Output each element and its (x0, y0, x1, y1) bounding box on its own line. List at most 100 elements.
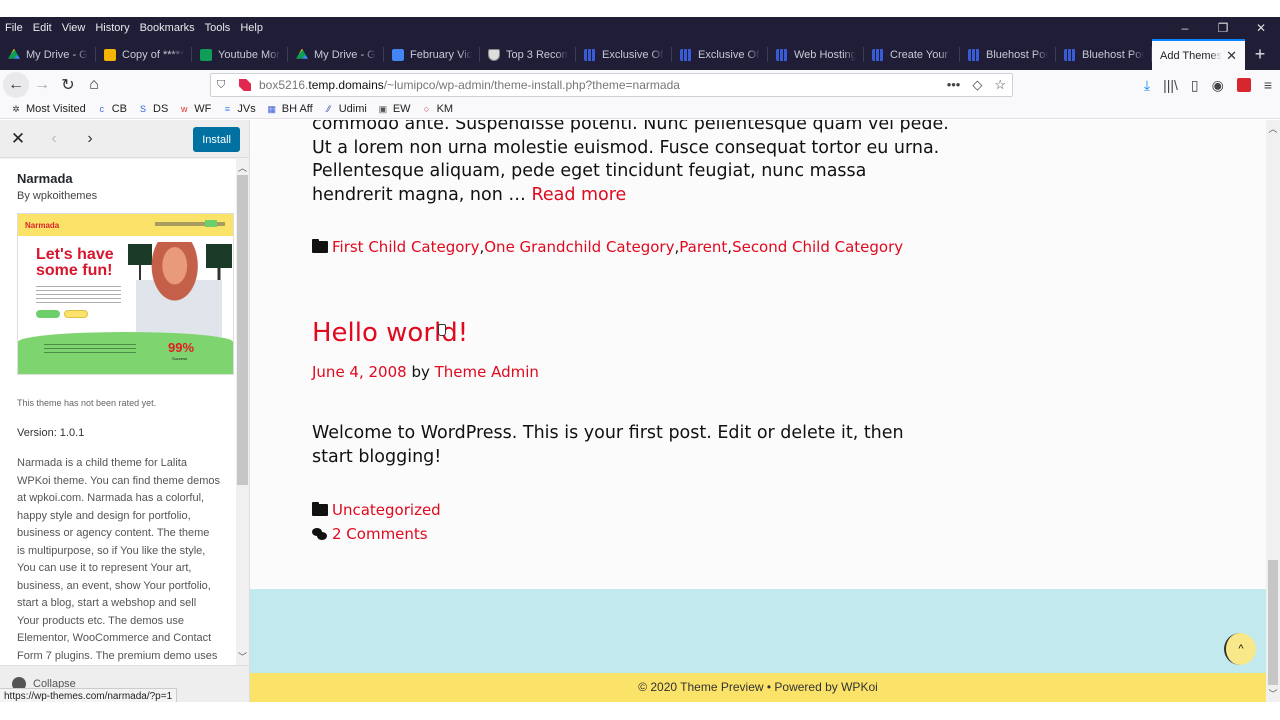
post-categories: First Child Category, One Grandchild Cat… (312, 238, 903, 256)
bookmarks-toolbar: ✲ Most Visited c CB S DS w WF ≡ JVs ▦ BH Aff ⁄⁄ Udimi… (0, 100, 1280, 119)
category-link[interactable]: Second Child Category (732, 238, 903, 256)
hamburger-menu-icon[interactable]: ≡ (1264, 77, 1272, 93)
bookmark-wf[interactable]: w WF (178, 103, 211, 115)
install-button[interactable]: Install (193, 127, 240, 152)
preview-scrollbar[interactable]: ︿ ﹀ (1266, 120, 1280, 702)
scroll-up-icon[interactable]: ︿ (1266, 122, 1280, 135)
page-actions-icon[interactable]: ••• (947, 77, 961, 93)
comments-link[interactable]: 2 Comments (332, 525, 428, 543)
read-more-link[interactable]: Read more (531, 185, 626, 205)
post-date-link[interactable]: June 4, 2008 (312, 363, 407, 381)
close-window-button[interactable]: ✕ (1242, 17, 1280, 39)
home-button[interactable]: ⌂ (81, 72, 107, 98)
scroll-up-icon[interactable]: ︿ (236, 161, 249, 174)
close-tab-icon[interactable]: ✕ (1226, 48, 1237, 64)
footer-widget-area (250, 589, 1266, 673)
menu-file[interactable]: File (0, 22, 28, 34)
post-comments: 2 Comments (312, 525, 428, 543)
scroll-down-icon[interactable]: ﹀ (236, 650, 249, 663)
minimize-button[interactable]: – (1166, 17, 1204, 39)
post-categories: Uncategorized (312, 501, 441, 519)
tab[interactable]: My Drive - Go (288, 39, 384, 70)
bookmark-cb[interactable]: c CB (96, 103, 127, 115)
screenshot-nav-button (205, 220, 217, 227)
menu-view[interactable]: View (57, 22, 91, 34)
bookmark-km[interactable]: ○ KM (421, 103, 454, 115)
mouse-pointer-icon (438, 324, 446, 336)
tab[interactable]: Bluehost Port (1056, 39, 1152, 70)
tab[interactable]: February Vide (384, 39, 480, 70)
category-link[interactable]: Parent (679, 238, 727, 256)
tab[interactable]: Bluehost Port (960, 39, 1056, 70)
scroll-down-icon[interactable]: ﹀ (1266, 687, 1280, 700)
menu-edit[interactable]: Edit (28, 22, 57, 34)
tab-add-themes[interactable]: Add Themes ✕ (1152, 39, 1245, 70)
tab-label: Top 3 Recom (506, 48, 568, 61)
bookmark-label: Udimi (338, 103, 367, 115)
google-drive-icon (8, 48, 20, 59)
circle-icon: ○ (423, 104, 430, 114)
sidebar-toggle-icon[interactable]: ▯ (1191, 77, 1199, 94)
menu-bookmarks[interactable]: Bookmarks (135, 22, 200, 34)
scrollbar-thumb[interactable] (237, 175, 248, 485)
close-icon[interactable]: ✕ (0, 129, 36, 149)
reload-button[interactable]: ↻ (55, 72, 81, 98)
shield-icon (488, 48, 500, 61)
menu-help[interactable]: Help (235, 22, 268, 34)
post-author-link[interactable]: Theme Admin (435, 363, 539, 381)
address-bar[interactable]: ⛉ box5216. temp.domains/~lumipco/wp-admin… (210, 73, 1013, 97)
bookmark-jvs[interactable]: ≡ JVs (221, 103, 256, 115)
menu-tools[interactable]: Tools (200, 22, 236, 34)
sidebar-header: ✕ ‹ › Install (0, 120, 249, 158)
tab-strip: My Drive - Go Copy of ***** Youtube Mon My … (0, 39, 1280, 70)
new-tab-button[interactable]: + (1245, 39, 1275, 70)
back-button[interactable]: ← (3, 72, 29, 98)
tracking-shield-icon[interactable]: ⛉ (217, 79, 229, 92)
category-link[interactable]: First Child Category (332, 238, 479, 256)
extension-icon[interactable] (1236, 78, 1251, 92)
ew-icon: ▣ (378, 103, 388, 114)
bookmark-bh-aff[interactable]: ▦ BH Aff (266, 103, 312, 115)
url-path: /~lumipco/wp-admin/theme-install.php?the… (383, 78, 680, 92)
back-to-top-button[interactable]: ^ (1224, 633, 1256, 665)
tab-label: My Drive - Go (26, 48, 88, 61)
library-icon[interactable]: |||\ (1163, 77, 1178, 93)
scrollbar-thumb[interactable] (1268, 560, 1278, 685)
category-link[interactable]: Uncategorized (332, 501, 441, 519)
tab[interactable]: Create Your A (864, 39, 960, 70)
restore-button[interactable]: ❐ (1204, 17, 1242, 39)
tab[interactable]: Web Hosting (768, 39, 864, 70)
theme-rating: This theme has not been rated yet. (17, 398, 157, 408)
category-link[interactable]: One Grandchild Category (484, 238, 674, 256)
account-icon[interactable]: ◉ (1212, 77, 1224, 94)
bookmark-ds[interactable]: S DS (137, 103, 168, 115)
forward-button[interactable]: → (29, 72, 55, 98)
tab[interactable]: Youtube Mon (192, 39, 288, 70)
tab[interactable]: Exclusive Offe (576, 39, 672, 70)
grid-icon (872, 48, 884, 61)
pocket-icon[interactable]: ◇ (972, 77, 982, 93)
tab-label: Create Your A (890, 48, 952, 61)
next-theme-icon[interactable]: › (72, 130, 108, 148)
excerpt-text: commodo ante. Suspendisse potenti. Nunc … (312, 120, 949, 205)
previous-theme-icon[interactable]: ‹ (36, 130, 72, 148)
tab[interactable]: Top 3 Recom (480, 39, 576, 70)
bookmark-udimi[interactable]: ⁄⁄ Udimi (323, 103, 367, 115)
tab-label: Bluehost Port (1082, 48, 1144, 61)
download-icon[interactable]: ⤓ (1144, 77, 1150, 94)
bookmark-label: DS (153, 103, 169, 115)
bookmark-label: KM (436, 103, 454, 115)
sidebar-scrollbar[interactable]: ︿ ﹀ (236, 159, 249, 665)
url-prefix: box5216. (259, 78, 309, 92)
bookmark-star-icon[interactable]: ☆ (994, 77, 1006, 93)
bookmark-most-visited[interactable]: ✲ Most Visited (10, 103, 86, 115)
grid-icon (776, 48, 788, 61)
insecure-connection-icon[interactable] (239, 79, 251, 91)
tab-label: Copy of ***** (122, 48, 184, 61)
navigation-toolbar: ← → ↻ ⌂ ⛉ box5216. temp.domains/~lumipco/… (0, 70, 1280, 100)
bookmark-ew[interactable]: ▣ EW (377, 103, 411, 115)
tab[interactable]: My Drive - Go (0, 39, 96, 70)
tab[interactable]: Copy of ***** (96, 39, 192, 70)
menu-history[interactable]: History (90, 22, 134, 34)
tab[interactable]: Exclusive Offe (672, 39, 768, 70)
